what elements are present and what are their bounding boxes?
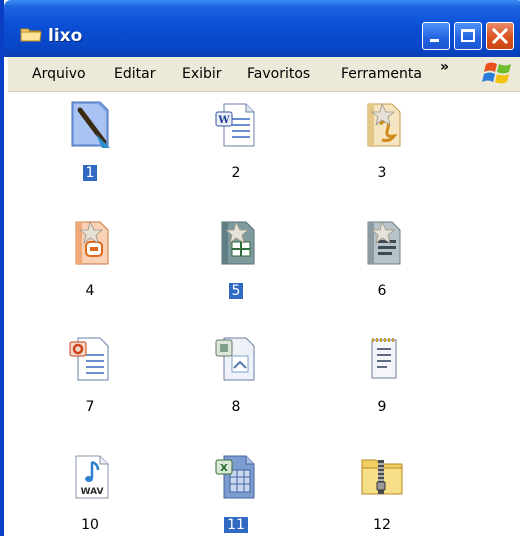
windows-logo-icon <box>482 62 511 84</box>
menu-bar: Arquivo Editar Exibir Favoritos Ferramen… <box>8 57 520 92</box>
file-label: 6 <box>377 283 387 299</box>
menu-arquivo[interactable]: Arquivo <box>32 66 86 82</box>
file-item[interactable]: 9 <box>352 332 412 422</box>
drawing-document-icon <box>367 102 401 147</box>
paint-brush-icon <box>71 101 110 148</box>
maximize-button[interactable] <box>454 22 482 50</box>
minimize-icon <box>430 39 439 42</box>
file-view: 1 W 2 3 4 5 6 7 8 9 WAV 10 X 11 12 <box>8 92 520 536</box>
file-label: 5 <box>228 283 244 299</box>
file-item[interactable]: WAV 10 <box>60 450 120 540</box>
file-item[interactable]: 5 <box>206 216 266 306</box>
text-template-icon <box>367 220 401 265</box>
presentation-template-icon <box>75 220 109 265</box>
file-label: 11 <box>224 517 248 533</box>
svg-text:WAV: WAV <box>81 487 104 497</box>
file-label: 4 <box>85 283 95 299</box>
menu-editar[interactable]: Editar <box>114 66 155 82</box>
close-button[interactable] <box>486 22 514 50</box>
file-item[interactable]: 7 <box>60 332 120 422</box>
file-label: 7 <box>85 399 95 415</box>
file-item[interactable]: 1 <box>60 98 120 188</box>
excel-spreadsheet-icon: X <box>215 455 255 499</box>
folder-icon <box>20 28 42 42</box>
menu-ferramentas[interactable]: Ferramenta <box>341 66 422 82</box>
file-label: 10 <box>81 517 99 533</box>
file-item[interactable]: 4 <box>60 216 120 306</box>
menu-favoritos[interactable]: Favoritos <box>247 66 310 82</box>
word-document-icon: W <box>215 103 255 147</box>
explorer-window: lixo Arquivo Editar Exibir Favoritos Fer… <box>0 0 520 536</box>
maximize-icon <box>461 29 475 42</box>
file-label: 9 <box>377 399 387 415</box>
file-label: 2 <box>231 165 241 181</box>
title-bar[interactable]: lixo <box>4 0 520 57</box>
minimize-button[interactable] <box>422 22 450 50</box>
file-item[interactable]: X 11 <box>206 450 266 540</box>
file-item[interactable]: W 2 <box>206 98 266 188</box>
svg-text:X: X <box>220 463 228 474</box>
spreadsheet-template-icon <box>221 220 255 265</box>
menu-exibir[interactable]: Exibir <box>182 66 222 82</box>
zip-folder-icon <box>361 459 403 495</box>
file-item[interactable]: 12 <box>352 450 412 540</box>
file-label: 1 <box>82 165 98 181</box>
presentation-document-icon <box>69 337 109 381</box>
menu-overflow-chevron[interactable]: » <box>440 59 449 75</box>
office-document-icon <box>215 337 255 381</box>
wav-audio-icon: WAV <box>75 455 109 499</box>
file-label: 12 <box>373 517 391 533</box>
svg-text:W: W <box>217 115 230 126</box>
file-label: 3 <box>377 165 387 181</box>
file-item[interactable]: 8 <box>206 332 266 422</box>
window-title: lixo <box>48 26 83 46</box>
notepad-icon <box>371 338 397 379</box>
close-icon <box>491 27 509 45</box>
file-item[interactable]: 3 <box>352 98 412 188</box>
file-label: 8 <box>231 399 241 415</box>
file-item[interactable]: 6 <box>352 216 412 306</box>
